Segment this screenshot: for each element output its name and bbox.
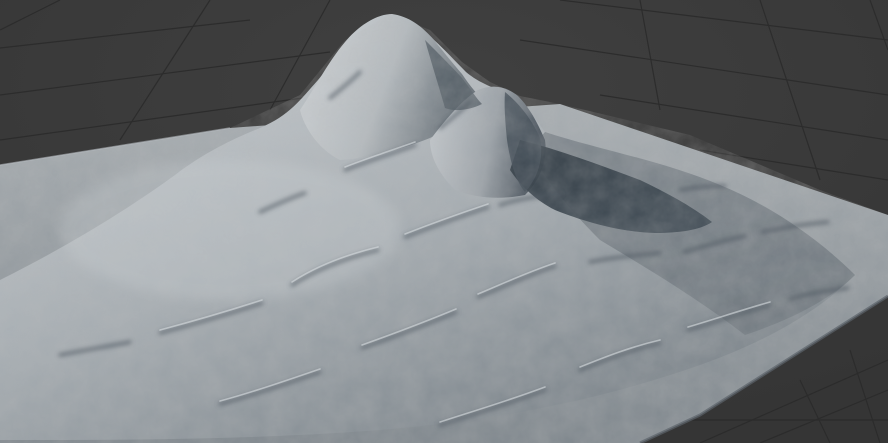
slope-highlight xyxy=(60,160,400,300)
3d-viewport[interactable] xyxy=(0,0,888,443)
terrain-render[interactable] xyxy=(0,0,888,443)
